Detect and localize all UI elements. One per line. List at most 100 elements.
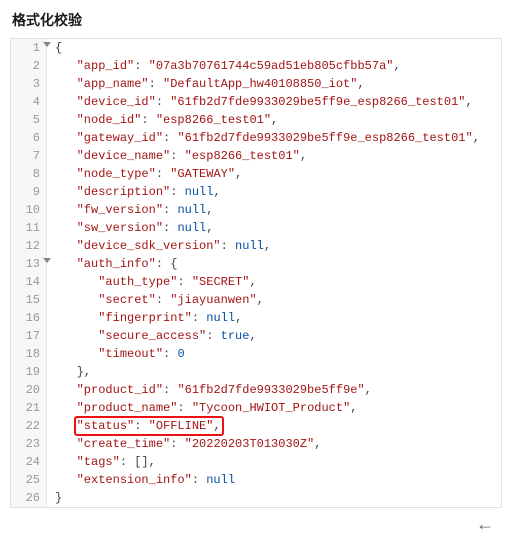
line-number: 16 [11,309,47,327]
code-content[interactable]: "device_sdk_version": null, [47,237,271,255]
token: : [163,383,177,397]
code-line[interactable]: 25 "extension_info": null [11,471,501,489]
back-arrow-icon[interactable]: ← [0,512,512,541]
token: "device_sdk_version" [77,239,221,253]
code-content[interactable]: }, [47,363,91,381]
token: : [206,329,220,343]
code-content[interactable]: "node_type": "GATEWAY", [47,165,242,183]
token: "auth_info" [77,257,156,271]
code-line[interactable]: 10 "fw_version": null, [11,201,501,219]
token: "61fb2d7fde9933029be5ff9e_esp8266_test01… [177,131,472,145]
code-content[interactable]: "description": null, [47,183,221,201]
token: "product_id" [77,383,163,397]
token: , [271,113,278,127]
code-content[interactable]: "device_name": "esp8266_test01", [47,147,307,165]
code-line[interactable]: 15 "secret": "jiayuanwen", [11,291,501,309]
code-line[interactable]: 17 "secure_access": true, [11,327,501,345]
token: , [264,239,271,253]
token: : [163,203,177,217]
code-line[interactable]: 26} [11,489,501,507]
code-line[interactable]: 13 "auth_info": { [11,255,501,273]
line-number: 11 [11,219,47,237]
code-line[interactable]: 12 "device_sdk_version": null, [11,237,501,255]
token: null [206,311,235,325]
code-line[interactable]: 23 "create_time": "20220203T013030Z", [11,435,501,453]
token: null [235,239,264,253]
code-content[interactable]: "fw_version": null, [47,201,213,219]
token: "secure_access" [98,329,206,343]
token: : [192,473,206,487]
code-content[interactable]: "sw_version": null, [47,219,213,237]
line-number: 15 [11,291,47,309]
code-line[interactable]: 18 "timeout": 0 [11,345,501,363]
code-content[interactable]: "secret": "jiayuanwen", [47,291,264,309]
token: "20220203T013030Z" [185,437,315,451]
code-content[interactable]: "extension_info": null [47,471,235,489]
code-content[interactable]: "app_id": "07a3b70761744c59ad51eb805cfbb… [47,57,401,75]
token: "secret" [98,293,156,307]
token: "DefaultApp_hw40108850_iot" [163,77,357,91]
code-content[interactable]: "fingerprint": null, [47,309,242,327]
token: "create_time" [77,437,171,451]
code-line[interactable]: 7 "device_name": "esp8266_test01", [11,147,501,165]
token: null [206,473,235,487]
token: : [163,131,177,145]
code-line[interactable]: 19 }, [11,363,501,381]
code-line[interactable]: 16 "fingerprint": null, [11,309,501,327]
token: "device_id" [77,95,156,109]
code-content[interactable]: "node_id": "esp8266_test01", [47,111,278,129]
code-line[interactable]: 20 "product_id": "61fb2d7fde9933029be5ff… [11,381,501,399]
token: , [235,167,242,181]
code-content[interactable]: "secure_access": true, [47,327,257,345]
token: "fw_version" [77,203,163,217]
code-content[interactable]: { [47,39,62,57]
code-line[interactable]: 8 "node_type": "GATEWAY", [11,165,501,183]
code-content[interactable]: "device_id": "61fb2d7fde9933029be5ff9e_e… [47,93,473,111]
code-content[interactable]: "product_name": "Tycoon_HWIOT_Product", [47,399,357,417]
line-number: 22 [11,417,47,435]
code-content[interactable]: "auth_info": { [47,255,177,273]
token: "app_name" [77,77,149,91]
token: , [473,131,480,145]
token: : [170,437,184,451]
code-line[interactable]: 11 "sw_version": null, [11,219,501,237]
token: "node_id" [77,113,142,127]
code-line[interactable]: 9 "description": null, [11,183,501,201]
token: , [365,383,372,397]
line-number: 4 [11,93,47,111]
token: , [393,59,400,73]
code-content[interactable]: "gateway_id": "61fb2d7fde9933029be5ff9e_… [47,129,480,147]
code-line[interactable]: 1{ [11,39,501,57]
token: "esp8266_test01" [185,149,300,163]
token: , [300,149,307,163]
code-content[interactable]: "status": "OFFLINE", [47,417,221,435]
code-content[interactable]: "auth_type": "SECRET", [47,273,257,291]
json-editor[interactable]: 1{2 "app_id": "07a3b70761744c59ad51eb805… [10,38,502,508]
code-line[interactable]: 3 "app_name": "DefaultApp_hw40108850_iot… [11,75,501,93]
token: }, [77,365,91,379]
token: : [163,347,177,361]
code-line[interactable]: 24 "tags": [], [11,453,501,471]
token: : [156,167,170,181]
code-content[interactable]: "app_name": "DefaultApp_hw40108850_iot", [47,75,365,93]
token: : [141,113,155,127]
code-line[interactable]: 6 "gateway_id": "61fb2d7fde9933029be5ff9… [11,129,501,147]
token: , [213,185,220,199]
code-content[interactable]: "tags": [], [47,453,156,471]
code-line[interactable]: 5 "node_id": "esp8266_test01", [11,111,501,129]
code-content[interactable]: "product_id": "61fb2d7fde9933029be5ff9e"… [47,381,372,399]
token: { [55,41,62,55]
code-line[interactable]: 2 "app_id": "07a3b70761744c59ad51eb805cf… [11,57,501,75]
code-content[interactable]: } [47,489,62,507]
line-number: 12 [11,237,47,255]
code-line[interactable]: 21 "product_name": "Tycoon_HWIOT_Product… [11,399,501,417]
token: : [134,419,148,433]
code-line[interactable]: 4 "device_id": "61fb2d7fde9933029be5ff9e… [11,93,501,111]
code-content[interactable]: "create_time": "20220203T013030Z", [47,435,321,453]
code-line[interactable]: 22 "status": "OFFLINE", [11,417,501,435]
token: "fingerprint" [98,311,192,325]
line-number: 6 [11,129,47,147]
token: null [177,221,206,235]
code-line[interactable]: 14 "auth_type": "SECRET", [11,273,501,291]
code-content[interactable]: "timeout": 0 [47,345,185,363]
